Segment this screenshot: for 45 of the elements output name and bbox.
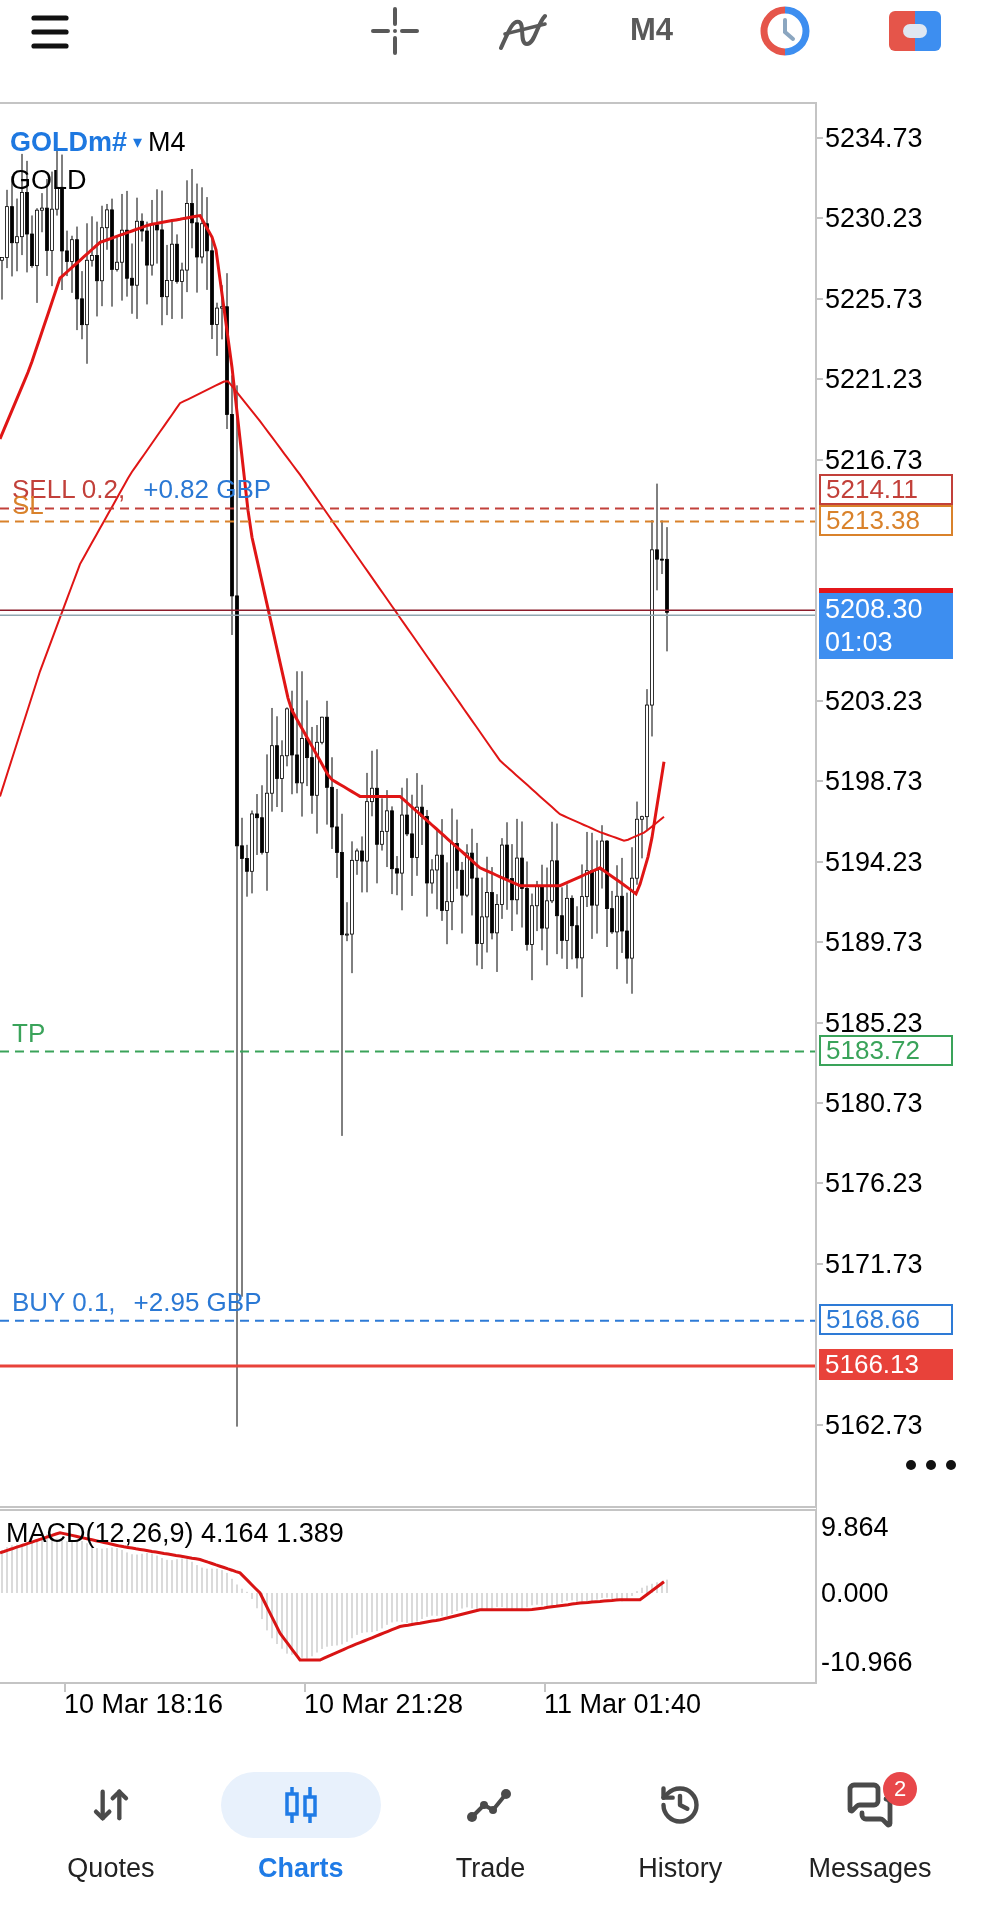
price-tick-label: 5180.73 [825, 1086, 923, 1119]
price-text: 5208.30 [825, 593, 924, 627]
price-tick-label: 5162.73 [825, 1408, 923, 1441]
crosshair-icon[interactable] [370, 6, 420, 56]
timeframe-button[interactable]: M4 [630, 10, 674, 50]
more-icon[interactable] [905, 1459, 957, 1471]
nav-tab[interactable]: Quotes [16, 1772, 206, 1884]
nav-tab[interactable]: Charts [205, 1772, 396, 1884]
price-tick-label: 5203.23 [825, 684, 923, 717]
price-tick-label: 5230.23 [825, 202, 923, 235]
price-tag: 5166.13 [819, 1348, 953, 1380]
messages-icon [846, 1781, 895, 1829]
nav-tab[interactable]: 2 Messages [775, 1772, 965, 1884]
price-tick-label: 5194.23 [825, 845, 923, 878]
timeframe-text: M4 [148, 126, 186, 158]
macd-tick-label: -10.966 [821, 1646, 913, 1678]
trading-toggle-icon[interactable] [889, 11, 941, 51]
symbol-description: GOLD [10, 164, 87, 196]
price-tag: 5214.11 [819, 473, 953, 505]
price-tick-label: 5198.73 [825, 765, 923, 798]
price-tick-label: 5221.23 [825, 363, 923, 396]
trade-label: BUY 0.1, [12, 1286, 116, 1317]
countdown-text: 01:03 [825, 626, 894, 660]
clock-icon[interactable] [760, 6, 810, 56]
price-tick-label: 5216.73 [825, 443, 923, 476]
macd-tick-label: 9.864 [821, 1510, 889, 1543]
price-tag: 5183.72 [819, 1034, 953, 1066]
price-tick-label: 5189.73 [825, 926, 923, 959]
price-tag: 5213.38 [819, 504, 953, 536]
price-tick-label: 5234.73 [825, 122, 923, 154]
price-tag: 5168.66 [819, 1303, 953, 1335]
trade-label: TP [12, 1017, 46, 1048]
dropdown-icon[interactable]: ▾ [133, 126, 143, 158]
price-tick-label: 5225.73 [825, 282, 923, 315]
macd-label: MACD(12,26,9) 4.164 1.389 [6, 1517, 344, 1549]
time-label: 11 Mar 01:40 [544, 1688, 702, 1720]
time-label: 10 Mar 18:16 [64, 1688, 224, 1720]
macd-tick-label: 0.000 [821, 1577, 889, 1609]
time-label: 10 Mar 21:28 [304, 1688, 464, 1720]
unread-badge: 2 [883, 1772, 918, 1806]
symbol-name[interactable]: GOLDm# [10, 126, 128, 158]
price-tick-label: 5171.73 [825, 1247, 923, 1280]
price-tick-label: 5176.23 [825, 1167, 923, 1200]
nav-tab[interactable]: Trade [395, 1772, 586, 1884]
nav-tab[interactable]: History [585, 1772, 776, 1884]
